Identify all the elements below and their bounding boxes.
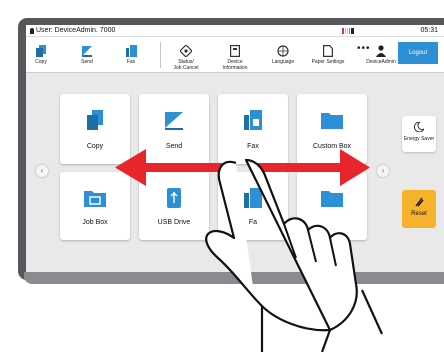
folder-icon	[321, 191, 343, 207]
indicator-magenta	[342, 28, 344, 34]
prev-page-button[interactable]: ‹	[36, 165, 48, 177]
toolbar-divider	[160, 42, 161, 68]
fax-icon	[125, 45, 137, 57]
paper-settings-icon	[323, 45, 333, 57]
toolbar-fax-button[interactable]: Fax	[118, 37, 144, 73]
energy-saver-button[interactable]: Energy Saver	[402, 116, 436, 152]
reset-button[interactable]: Reset	[402, 190, 436, 228]
device-info-icon	[230, 45, 240, 57]
fax-icon	[244, 110, 262, 130]
toolbar-user-button[interactable]: DeviceAdmin	[366, 37, 396, 73]
copy-icon	[36, 45, 46, 57]
indicator-yellow	[345, 28, 346, 34]
status-indicators	[342, 28, 354, 34]
toolbar-status-job-cancel-button[interactable]: Status/ Job Cancel	[166, 37, 206, 73]
job-box-icon	[84, 191, 106, 207]
reset-icon	[415, 197, 424, 207]
copy-icon	[87, 110, 103, 130]
toolbar-paper-settings-button[interactable]: Paper Settings	[308, 37, 348, 73]
touch-screen: User: DeviceAdmin. 7000 05:31 Copy Send …	[26, 25, 444, 272]
indicator-yellow-2	[347, 28, 348, 34]
user-icon	[376, 45, 386, 57]
tile-usb-drive[interactable]: USB Drive	[139, 172, 209, 240]
next-page-button[interactable]: ›	[377, 165, 389, 177]
send-icon	[165, 112, 183, 130]
top-toolbar: Copy Send Fax Status/ Job Cancel Device …	[26, 37, 444, 73]
logout-button[interactable]: Logout	[398, 42, 438, 64]
tile-additional[interactable]	[297, 172, 367, 240]
send-icon	[82, 46, 92, 57]
folder-icon	[321, 113, 343, 129]
tile-fax-box[interactable]: Fa	[218, 172, 288, 240]
toolbar-send-button[interactable]: Send	[72, 37, 102, 73]
toolbar-language-button[interactable]: Language	[266, 37, 300, 73]
toolbar-copy-button[interactable]: Copy	[28, 37, 54, 73]
tile-copy[interactable]: Copy	[60, 94, 130, 164]
logged-in-user: User: DeviceAdmin. 7000	[36, 27, 116, 34]
status-icon	[180, 45, 192, 57]
language-icon	[277, 45, 289, 57]
home-screen: ‹ › Copy Send Fax Custom Box Job Box USB…	[26, 74, 444, 272]
reset-label: Reset	[411, 211, 427, 217]
tile-send[interactable]: Send	[139, 94, 209, 164]
usb-drive-icon	[167, 188, 181, 208]
indicator-cyan	[349, 28, 350, 34]
energy-saver-label: Energy Saver	[403, 136, 435, 142]
tile-custom-box[interactable]: Custom Box	[297, 94, 367, 164]
device-bezel-edge	[24, 272, 444, 284]
fax-icon	[244, 188, 262, 208]
toolbar-device-information-button[interactable]: Device Information	[216, 37, 254, 73]
indicator-black	[351, 28, 354, 34]
tile-fax[interactable]: Fax	[218, 94, 288, 164]
tile-job-box[interactable]: Job Box	[60, 172, 130, 240]
clock: 05:31	[420, 27, 438, 34]
status-bar: User: DeviceAdmin. 7000 05:31	[26, 25, 444, 37]
moon-icon	[413, 121, 426, 133]
user-status-icon	[30, 28, 34, 34]
